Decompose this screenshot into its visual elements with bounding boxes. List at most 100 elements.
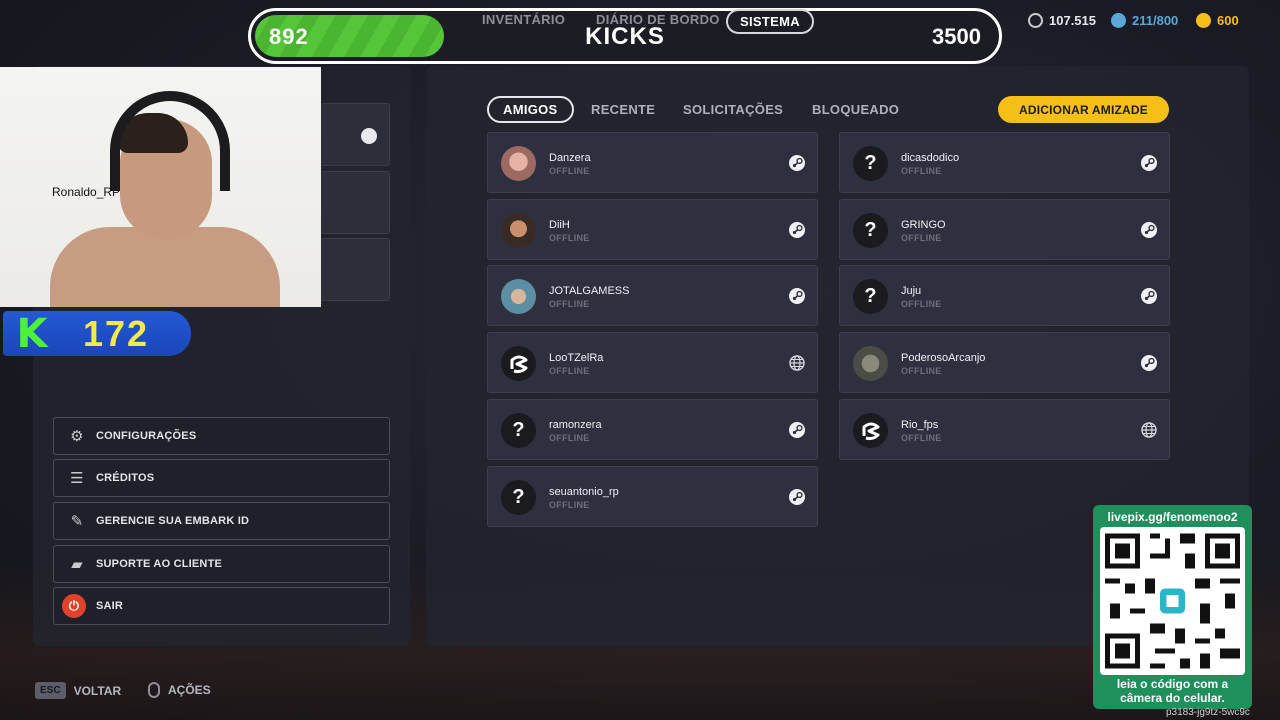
friend-card[interactable]: JOTALGAMESS OFFLINE (487, 265, 818, 326)
settings-button[interactable]: ⚙ CONFIGURAÇÕES (53, 417, 390, 455)
currency-value: 211/800 (1132, 13, 1179, 28)
credits-button[interactable]: ☰ CRÉDITOS (53, 459, 390, 497)
power-icon: ⏻ (62, 594, 86, 618)
friend-card[interactable]: LooTZelRa OFFLINE (487, 332, 818, 393)
menu-label: CONFIGURAÇÕES (96, 430, 197, 442)
profile-card[interactable] (320, 238, 390, 301)
friend-status: OFFLINE (549, 500, 590, 510)
friend-name: Rio_fps (901, 419, 939, 431)
friend-name: Juju (901, 285, 922, 297)
webcam-name: Ronaldo_RP (52, 185, 121, 199)
friend-status: OFFLINE (901, 233, 942, 243)
friend-card[interactable]: PoderosoArcanjo OFFLINE (839, 332, 1170, 393)
steam-icon (788, 488, 806, 506)
friend-status: OFFLINE (549, 433, 590, 443)
friend-status: OFFLINE (901, 433, 942, 443)
qr-caption-line: leia o código com a (1116, 677, 1229, 691)
credits-icon: ☰ (70, 470, 84, 487)
esc-key-icon: ESC (35, 682, 66, 699)
menu-label: SUPORTE AO CLIENTE (96, 558, 223, 570)
globe-icon (788, 354, 806, 372)
tab-inventario[interactable]: INVENTÁRIO (482, 12, 565, 27)
friend-card[interactable]: ? Juju OFFLINE (839, 265, 1170, 326)
friend-status: OFFLINE (901, 166, 942, 176)
menu-label: SAIR (96, 600, 124, 612)
currency-value: 600 (1217, 13, 1239, 28)
friend-card[interactable]: ? dicasdodico OFFLINE (839, 132, 1170, 193)
menu-label: GERENCIE SUA EMBARK ID (96, 515, 250, 527)
question-avatar-icon: ? (501, 413, 536, 448)
avatar (853, 346, 888, 381)
friend-card[interactable]: ? seuantonio_rp OFFLINE (487, 466, 818, 527)
kicks-title: KICKS (585, 23, 665, 50)
question-avatar-icon: ? (853, 213, 888, 248)
steam-icon (1140, 287, 1158, 305)
tab-bloqueado[interactable]: BLOQUEADO (812, 102, 899, 117)
gold-coin-icon (1111, 13, 1126, 28)
tab-diario-de-bordo[interactable]: DIÁRIO DE BORDO (596, 12, 720, 27)
friend-status: OFFLINE (549, 166, 590, 176)
friend-status: OFFLINE (901, 299, 942, 309)
friend-name: PoderosoArcanjo (901, 352, 986, 364)
back-hint[interactable]: ESC VOLTAR (35, 682, 121, 699)
friend-status: OFFLINE (549, 233, 590, 243)
friend-card[interactable]: Danzera OFFLINE (487, 132, 818, 193)
friend-status: OFFLINE (901, 366, 942, 376)
currency-multibucks: 107.515 (1028, 13, 1096, 28)
embark-icon: ✎ (70, 513, 84, 530)
embark-id-button[interactable]: ✎ GERENCIE SUA EMBARK ID (53, 502, 390, 540)
actions-hint[interactable]: AÇÕES (148, 682, 211, 698)
currency-value: 107.515 (1049, 13, 1096, 28)
add-friend-button[interactable]: ADICIONAR AMIZADE (998, 96, 1169, 123)
friend-name: GRINGO (901, 219, 946, 231)
steam-icon (788, 154, 806, 172)
qr-code-image (1100, 527, 1245, 675)
webcam-overlay: Ronaldo_RP (0, 67, 321, 307)
friend-card[interactable]: ? ramonzera OFFLINE (487, 399, 818, 460)
friend-status: OFFLINE (549, 299, 590, 309)
tab-sistema[interactable]: SISTEMA (726, 9, 814, 34)
question-avatar-icon: ? (853, 279, 888, 314)
multibucks-icon (1028, 13, 1043, 28)
friend-card[interactable]: Rio_fps OFFLINE (839, 399, 1170, 460)
avatar (501, 146, 536, 181)
donation-qr-panel: livepix.gg/fenomenoo2 leia o código com … (1093, 505, 1252, 709)
mouse-icon (148, 682, 160, 698)
embark-logo-icon (501, 346, 536, 381)
profile-card[interactable] (320, 171, 390, 234)
tab-amigos[interactable]: AMIGOS (487, 96, 574, 123)
friend-name: dicasdodico (901, 152, 960, 164)
friend-card[interactable]: DiiH OFFLINE (487, 199, 818, 260)
question-avatar-icon: ? (853, 146, 888, 181)
friend-status: OFFLINE (549, 366, 590, 376)
avatar (501, 279, 536, 314)
kicks-goal-value: 3500 (932, 24, 981, 49)
friend-card[interactable]: ? GRINGO OFFLINE (839, 199, 1170, 260)
profile-card[interactable] (320, 103, 390, 166)
gear-icon: ⚙ (70, 428, 84, 445)
hint-label: AÇÕES (168, 683, 211, 697)
stream-code: p3183-jg9tz-5wc9c (1166, 707, 1250, 718)
steam-icon (1140, 354, 1158, 372)
tab-solicitacoes[interactable]: SOLICITAÇÕES (683, 102, 783, 117)
kick-count: 172 (83, 312, 150, 354)
steam-icon (788, 221, 806, 239)
friend-name: seuantonio_rp (549, 486, 619, 498)
qr-code-pattern (1105, 533, 1240, 669)
avatar (501, 213, 536, 248)
kick-follower-counter: K 172 (3, 311, 191, 356)
tab-recente[interactable]: RECENTE (591, 102, 655, 117)
friend-name: ramonzera (549, 419, 602, 431)
support-button[interactable]: ▰ SUPORTE AO CLIENTE (53, 545, 390, 583)
headphones-icon (110, 91, 230, 191)
friend-name: JOTALGAMESS (549, 285, 630, 297)
friend-name: DiiH (549, 219, 570, 231)
friend-name: LooTZelRa (549, 352, 604, 364)
kick-logo-icon: K (16, 310, 48, 357)
steam-icon (788, 421, 806, 439)
bars-icon (1196, 13, 1211, 28)
friend-name: Danzera (549, 152, 591, 164)
hint-label: VOLTAR (73, 683, 122, 698)
steam-icon (1140, 221, 1158, 239)
quit-button[interactable]: ⏻ SAIR (53, 587, 390, 625)
